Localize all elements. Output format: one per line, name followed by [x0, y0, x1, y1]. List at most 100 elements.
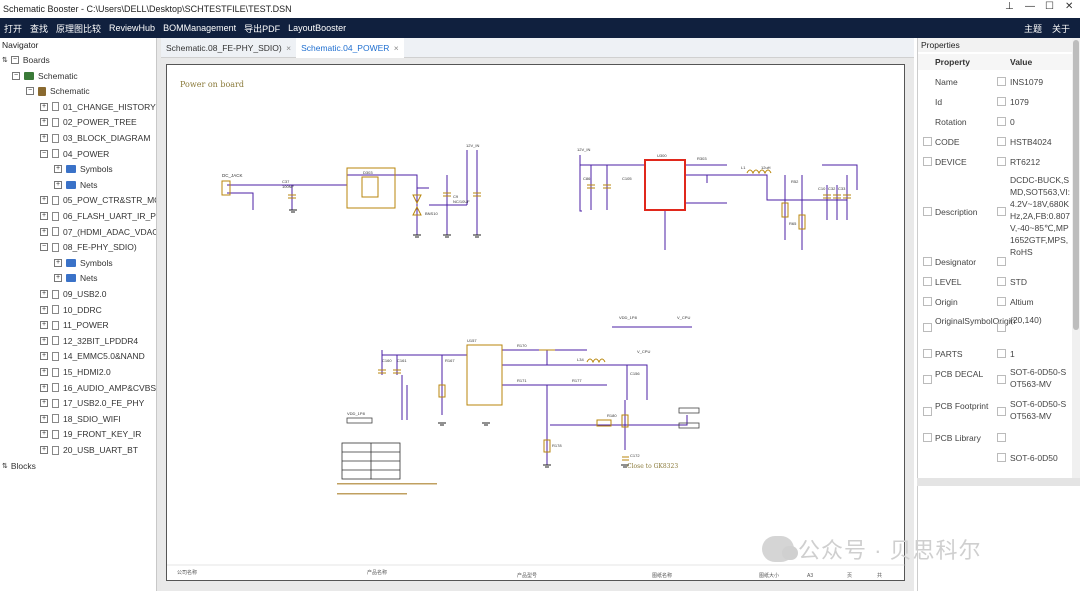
tree-page-12[interactable]: +12_32BIT_LPDDR4	[40, 334, 138, 348]
schematic-drawing[interactable]: Power on board DC_JACK C37 100NF D303 BN…	[167, 65, 906, 582]
property-row[interactable]: PARTS 1	[918, 344, 1073, 364]
property-row[interactable]: Origin Altium	[918, 292, 1073, 312]
property-row[interactable]: LEVEL STD	[918, 272, 1073, 292]
menu-bom-management[interactable]: BOMManagement	[159, 23, 240, 33]
expand-icon[interactable]: +	[40, 212, 48, 220]
tree-page-10[interactable]: +10_DDRC	[40, 303, 102, 317]
property-row[interactable]: Rotation 0	[918, 112, 1073, 132]
property-checkbox[interactable]	[923, 277, 932, 286]
tree-page-2[interactable]: +02_POWER_TREE	[40, 115, 137, 129]
expand-icon[interactable]: +	[40, 134, 48, 142]
collapse-icon[interactable]: −	[26, 87, 34, 96]
selected-component-u300[interactable]	[644, 159, 686, 211]
property-row[interactable]: Description DCDC-BUCK,SMD,SOT563,VI:4.2V~…	[918, 172, 1073, 257]
property-checkbox[interactable]	[923, 375, 932, 384]
value-checkbox[interactable]	[997, 433, 1006, 442]
expand-icon[interactable]: +	[40, 290, 48, 298]
value-checkbox[interactable]	[997, 207, 1006, 216]
properties-bottom-splitter[interactable]	[917, 478, 1080, 486]
menu-reviewhub[interactable]: ReviewHub	[105, 23, 159, 33]
property-row[interactable]: Id 1079	[918, 92, 1073, 112]
property-row[interactable]: SOT-6-0D50	[918, 448, 1073, 468]
value-checkbox[interactable]	[997, 407, 1006, 416]
tab-04-power[interactable]: Schematic.04_POWER ×	[296, 38, 404, 58]
value-checkbox[interactable]	[997, 453, 1006, 462]
expand-icon[interactable]: +	[40, 446, 48, 454]
tree-nets[interactable]: + Nets	[54, 178, 97, 192]
tab-08-fe-phy-sdio[interactable]: Schematic.08_FE-PHY_SDIO) ×	[161, 38, 296, 58]
tree-page-1[interactable]: +01_CHANGE_HISTORY	[40, 100, 156, 114]
expand-icon[interactable]: +	[54, 180, 62, 189]
expand-icon[interactable]: +	[40, 196, 48, 205]
menu-open[interactable]: 打开	[0, 22, 26, 35]
tree-page-7[interactable]: +07_(HDMI_ADAC_VDAC)	[40, 225, 156, 239]
schematic-canvas[interactable]: Power on board DC_JACK C37 100NF D303 BN…	[161, 58, 914, 591]
expand-icon[interactable]: +	[40, 368, 48, 376]
tree-page-4[interactable]: − 04_POWER	[40, 147, 109, 161]
property-checkbox[interactable]	[923, 137, 932, 146]
expand-icon[interactable]: +	[40, 383, 48, 392]
menu-theme[interactable]: 主题	[1024, 22, 1042, 35]
collapse-icon[interactable]: −	[10, 56, 19, 64]
scrollbar-thumb[interactable]	[1073, 40, 1079, 330]
property-checkbox[interactable]	[923, 323, 932, 332]
tree-page-5[interactable]: +05_POW_CTR&STR_MODE	[40, 193, 156, 207]
tree-page-11[interactable]: +11_POWER	[40, 318, 109, 332]
menu-about[interactable]: 关于	[1052, 22, 1070, 35]
menu-compare[interactable]: 原理图比较	[52, 22, 105, 35]
expand-icon[interactable]: +	[40, 227, 48, 236]
expand-icon[interactable]: +	[40, 399, 48, 408]
value-checkbox[interactable]	[997, 375, 1006, 384]
schematic-sheet[interactable]: Power on board DC_JACK C37 100NF D303 BN…	[166, 64, 906, 582]
value-checkbox[interactable]	[997, 297, 1006, 306]
expand-icon[interactable]: +	[40, 414, 48, 423]
tree-page-16[interactable]: +17_USB2.0_FE_PHY	[40, 396, 144, 410]
menu-export-pdf[interactable]: 导出PDF	[240, 22, 284, 35]
close-button[interactable]: ✕	[1065, 1, 1073, 12]
expand-icon[interactable]: +	[40, 352, 48, 361]
expand-icon[interactable]: +	[54, 258, 62, 267]
tree-page-6[interactable]: +06_FLASH_UART_IR_PWM	[40, 209, 156, 223]
expand-icon[interactable]: +	[40, 118, 48, 127]
menu-find[interactable]: 查找	[26, 22, 52, 35]
value-checkbox[interactable]	[997, 349, 1006, 358]
tree-page-14[interactable]: +15_HDMI2.0	[40, 365, 111, 379]
tree-page-18[interactable]: +19_FRONT_KEY_IR	[40, 427, 141, 441]
value-checkbox[interactable]	[997, 137, 1006, 146]
tree-page-15[interactable]: +16_AUDIO_AMP&CVBS	[40, 381, 156, 395]
property-checkbox[interactable]	[923, 157, 932, 166]
property-row[interactable]: CODE HSTB4024	[918, 132, 1073, 152]
collapse-icon[interactable]: −	[40, 243, 48, 252]
tree-page-9[interactable]: +09_USB2.0	[40, 287, 106, 301]
properties-scrollbar[interactable]	[1072, 38, 1080, 478]
tree-blocks[interactable]: ⇅ Blocks	[2, 459, 36, 473]
value-checkbox[interactable]	[997, 277, 1006, 286]
property-checkbox[interactable]	[923, 407, 932, 416]
pin-icon[interactable]: ⊥	[1005, 1, 1014, 12]
expand-icon[interactable]: +	[54, 274, 62, 283]
collapse-icon[interactable]: −	[40, 149, 48, 158]
property-row[interactable]: OriginalSymbolOrigin (20,140)	[918, 312, 1073, 344]
value-checkbox[interactable]	[997, 257, 1006, 266]
property-checkbox[interactable]	[923, 257, 932, 266]
property-row[interactable]: Designator	[918, 252, 1073, 272]
property-row[interactable]: PCB Library	[918, 428, 1073, 448]
expand-icon[interactable]: +	[54, 165, 62, 174]
property-checkbox[interactable]	[923, 349, 932, 358]
menu-layout-booster[interactable]: LayoutBooster	[284, 23, 350, 33]
tree-page-13[interactable]: +14_EMMC5.0&NAND	[40, 349, 145, 363]
tree-page-19[interactable]: +20_USB_UART_BT	[40, 443, 138, 457]
property-row[interactable]: DEVICE RT6212	[918, 152, 1073, 172]
tree-symbols[interactable]: + Symbols	[54, 162, 113, 176]
tab-close-icon[interactable]: ×	[394, 43, 399, 53]
expand-icon[interactable]: +	[40, 336, 48, 345]
property-row[interactable]: PCB Footprint SOT-6-0D50-SOT563-MV	[918, 396, 1073, 428]
tab-close-icon[interactable]: ×	[286, 43, 291, 53]
tree-page-3[interactable]: +03_BLOCK_DIAGRAM	[40, 131, 150, 145]
tree-symbols[interactable]: + Symbols	[54, 256, 113, 270]
value-checkbox[interactable]	[997, 117, 1006, 126]
expand-icon[interactable]: +	[40, 305, 48, 314]
property-checkbox[interactable]	[923, 207, 932, 216]
tree-page-8[interactable]: − 08_FE-PHY_SDIO)	[40, 240, 137, 254]
property-checkbox[interactable]	[923, 297, 932, 306]
